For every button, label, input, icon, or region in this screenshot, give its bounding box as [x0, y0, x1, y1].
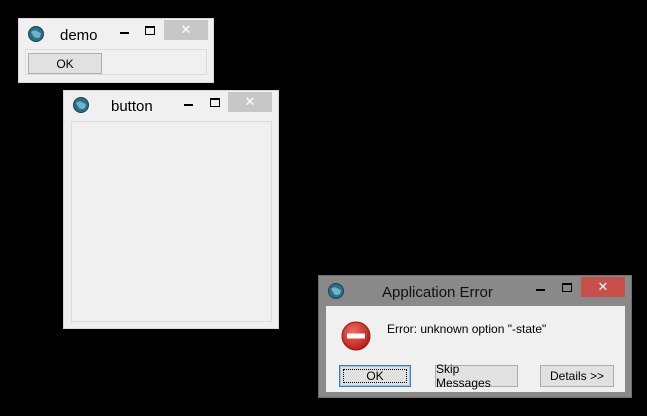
maximize-icon [210, 97, 220, 107]
error-stop-icon [341, 321, 371, 351]
close-button[interactable]: ✕ [581, 277, 625, 297]
tk-globe-icon[interactable] [28, 26, 44, 42]
maximize-button[interactable] [554, 277, 580, 297]
demo-window: demo ✕ OK [18, 18, 214, 83]
close-button[interactable]: ✕ [228, 92, 272, 112]
error-message: Error: unknown option "-state" [387, 322, 547, 336]
minimize-icon [535, 289, 545, 291]
close-icon: ✕ [597, 279, 609, 294]
minimize-icon [183, 104, 193, 106]
minimize-button[interactable] [527, 277, 553, 297]
maximize-button[interactable] [202, 92, 228, 112]
skip-messages-button[interactable]: Skip Messages [435, 362, 518, 390]
tk-globe-icon[interactable] [328, 283, 344, 299]
demo-titlebar[interactable]: demo ✕ [19, 19, 213, 49]
ok-label: OK [56, 56, 74, 71]
close-icon: ✕ [180, 22, 192, 37]
tk-globe-icon[interactable] [73, 97, 89, 113]
close-icon: ✕ [244, 94, 256, 109]
maximize-button[interactable] [137, 20, 163, 40]
details-label: Details >> [549, 369, 605, 383]
application-error-dialog: Application Error ✕ Error: unknown optio… [318, 275, 632, 398]
ok-button[interactable]: OK [28, 53, 102, 74]
window-title: Application Error [382, 284, 493, 301]
minimize-icon [119, 32, 129, 34]
button-window: button ✕ [63, 90, 279, 329]
button-client [71, 121, 272, 322]
minimize-button[interactable] [175, 92, 201, 112]
close-button[interactable]: ✕ [164, 20, 208, 40]
maximize-icon [562, 282, 572, 292]
window-title: button [111, 98, 153, 115]
skip-messages-label: Skip Messages [436, 362, 491, 390]
maximize-icon [145, 25, 155, 35]
ok-label: OK [366, 369, 384, 383]
error-client: Error: unknown option "-state" OK Skip M… [326, 306, 625, 392]
details-button[interactable]: Details >> [540, 365, 614, 387]
minimize-button[interactable] [111, 20, 137, 40]
ok-button[interactable]: OK [339, 365, 411, 387]
window-title: demo [60, 27, 98, 44]
demo-client: OK [25, 49, 207, 75]
button-titlebar[interactable]: button ✕ [64, 91, 278, 121]
error-titlebar[interactable]: Application Error ✕ [319, 276, 631, 306]
